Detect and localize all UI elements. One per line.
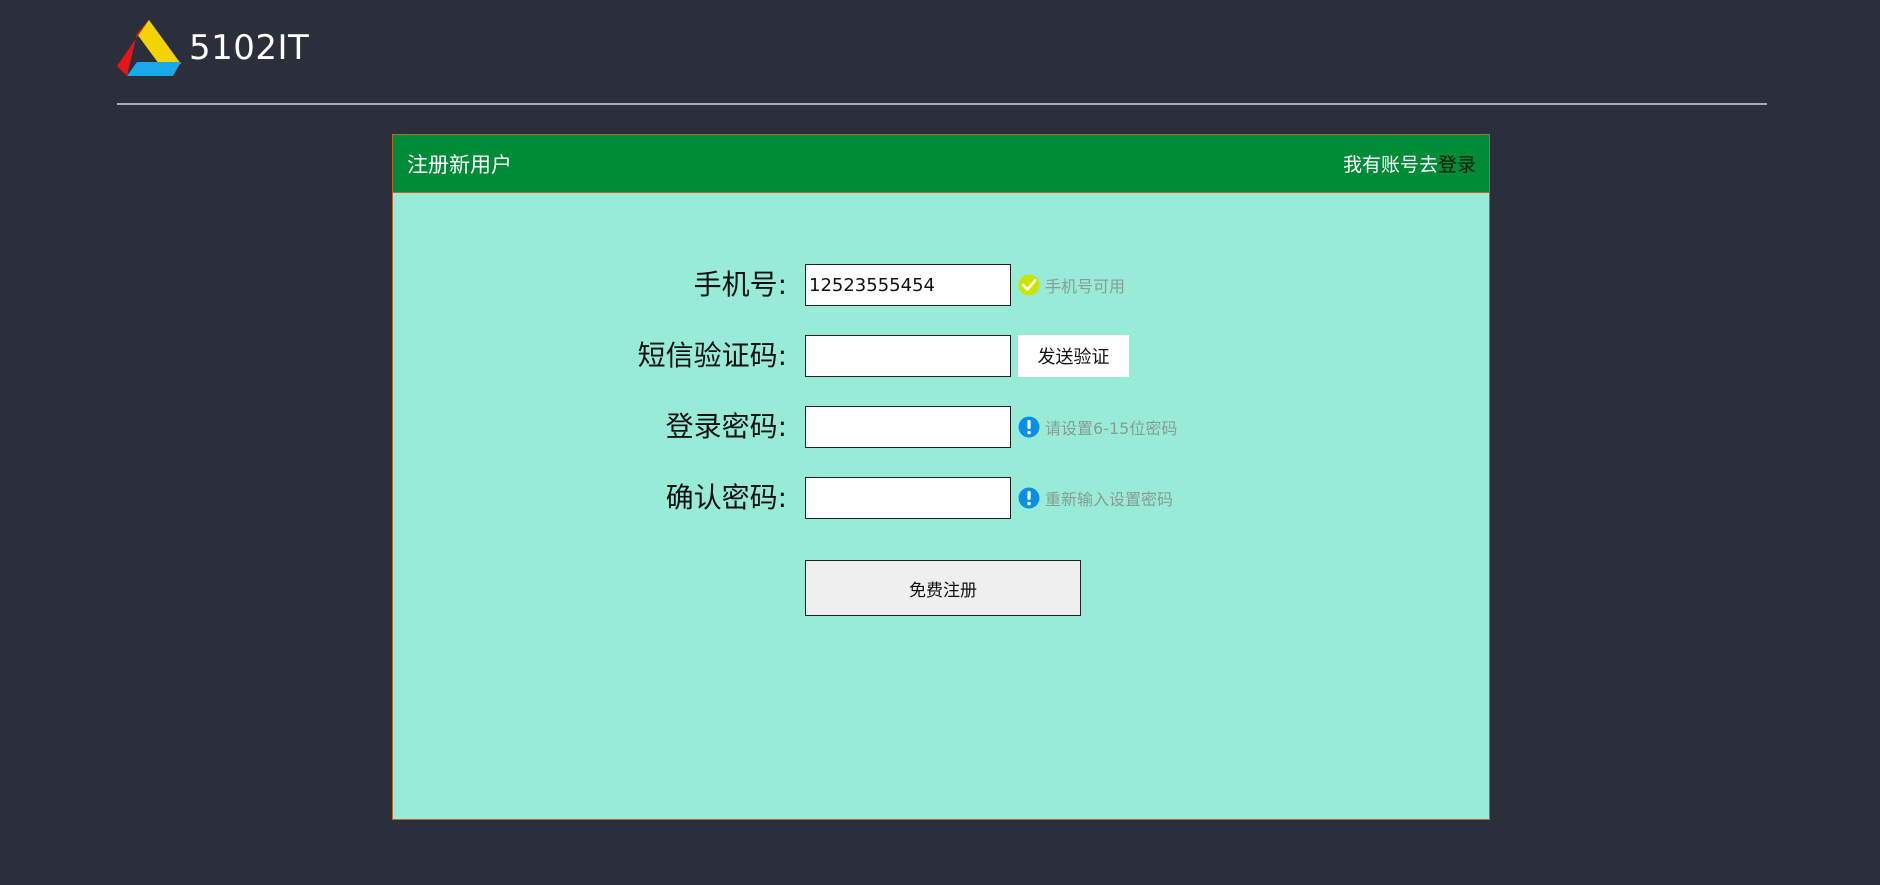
- password-label: 登录密码:: [665, 410, 787, 443]
- password-hint-text: 请设置6-15位密码: [1045, 419, 1178, 438]
- sms-label: 短信验证码:: [637, 339, 787, 372]
- login-link[interactable]: 登录: [1438, 154, 1476, 176]
- confirm-hint: 重新输入设置密码: [1018, 477, 1173, 519]
- panel-header: 注册新用户 我有账号去登录: [393, 135, 1489, 193]
- password-input[interactable]: [805, 406, 1011, 448]
- logo-text: 5102IT: [189, 28, 310, 68]
- phone-input[interactable]: [805, 264, 1011, 306]
- exclamation-icon: [1018, 487, 1040, 509]
- form-row-confirm: 确认密码: 重新输入设置密码: [393, 477, 1489, 519]
- phone-label: 手机号:: [693, 268, 787, 301]
- confirm-label: 确认密码:: [665, 481, 787, 514]
- header-divider: [117, 103, 1767, 105]
- site-logo[interactable]: 5102IT: [117, 20, 309, 76]
- password-hint: 请设置6-15位密码: [1018, 406, 1177, 448]
- register-submit-button[interactable]: 免费注册: [805, 560, 1081, 616]
- panel-title: 注册新用户: [407, 152, 512, 177]
- phone-hint-text: 手机号可用: [1045, 277, 1126, 296]
- login-prompt: 我有账号去登录: [1343, 150, 1476, 177]
- confirm-password-input[interactable]: [805, 477, 1011, 519]
- form-row-password: 登录密码: 请设置6-15位密码: [393, 406, 1489, 448]
- form-row-phone: 手机号: 手机号可用: [393, 264, 1489, 306]
- phone-hint: 手机号可用: [1018, 264, 1125, 306]
- register-panel: 注册新用户 我有账号去登录 手机号: 手机号可用 短信验证码: 发送验证 登录密…: [392, 134, 1490, 820]
- exclamation-icon: [1018, 416, 1040, 438]
- confirm-hint-text: 重新输入设置密码: [1045, 490, 1174, 509]
- form-row-sms: 短信验证码: 发送验证: [393, 335, 1489, 377]
- send-code-button[interactable]: 发送验证: [1018, 335, 1129, 377]
- sms-code-input[interactable]: [805, 335, 1011, 377]
- logo-icon: [117, 20, 181, 76]
- check-icon: [1018, 274, 1040, 296]
- login-prefix: 我有账号去: [1342, 154, 1438, 176]
